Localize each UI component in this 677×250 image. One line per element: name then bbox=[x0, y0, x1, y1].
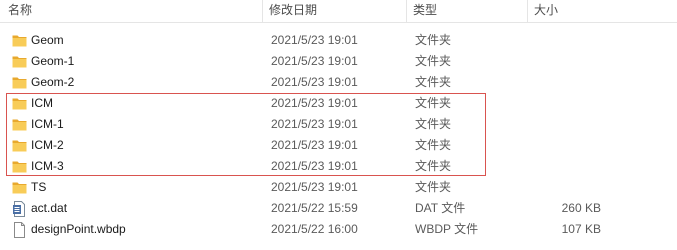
file-date-modified: 2021/5/22 16:00 bbox=[271, 222, 358, 236]
folder-icon bbox=[12, 117, 27, 131]
column-header-size[interactable]: 大小 bbox=[527, 0, 677, 22]
column-header-date-modified[interactable]: 修改日期 bbox=[262, 0, 406, 22]
file-list: Geom 2021/5/23 19:01 文件夹 Geom-1 2021/5/23 19… bbox=[0, 30, 677, 240]
file-size: 107 KB bbox=[561, 222, 601, 236]
file-type: 文件夹 bbox=[415, 138, 452, 152]
file-row[interactable]: ICM-3 2021/5/23 19:01 文件夹 bbox=[0, 156, 677, 177]
file-size: 260 KB bbox=[561, 201, 601, 215]
file-name: ICM bbox=[31, 96, 53, 110]
file-date-modified: 2021/5/23 19:01 bbox=[271, 117, 358, 131]
file-type: DAT 文件 bbox=[415, 201, 466, 215]
file-date-modified: 2021/5/23 19:01 bbox=[271, 138, 358, 152]
folder-icon bbox=[12, 180, 27, 194]
file-date-modified: 2021/5/23 19:01 bbox=[271, 159, 358, 173]
dat-file-icon bbox=[12, 201, 27, 217]
folder-icon bbox=[12, 54, 27, 68]
folder-icon bbox=[12, 138, 27, 152]
file-type: 文件夹 bbox=[415, 180, 452, 194]
folder-icon bbox=[12, 75, 27, 89]
folder-icon bbox=[12, 33, 27, 47]
file-date-modified: 2021/5/23 19:01 bbox=[271, 96, 358, 110]
file-name: designPoint.wbdp bbox=[31, 222, 126, 236]
folder-icon bbox=[12, 96, 27, 110]
file-row[interactable]: TS 2021/5/23 19:01 文件夹 bbox=[0, 177, 677, 198]
file-row[interactable]: Geom 2021/5/23 19:01 文件夹 bbox=[0, 30, 677, 51]
file-row[interactable]: ICM-1 2021/5/23 19:01 文件夹 bbox=[0, 114, 677, 135]
file-name: Geom-2 bbox=[31, 75, 75, 89]
file-row[interactable]: designPoint.wbdp 2021/5/22 16:00 WBDP 文件 10… bbox=[0, 219, 677, 240]
file-name: ICM-3 bbox=[31, 159, 64, 173]
column-header-bar: 名称 修改日期 类型 大小 bbox=[0, 0, 677, 23]
generic-file-icon bbox=[12, 222, 27, 238]
file-type: 文件夹 bbox=[415, 33, 452, 47]
column-header-name[interactable]: 名称 bbox=[0, 0, 262, 22]
file-explorer-list: 名称 修改日期 类型 大小 Geom 2021/5/23 19:01 文件夹 Geom… bbox=[0, 0, 677, 250]
folder-icon bbox=[12, 159, 27, 173]
file-type: 文件夹 bbox=[415, 75, 452, 89]
file-row[interactable]: Geom-2 2021/5/23 19:01 文件夹 bbox=[0, 72, 677, 93]
file-type: 文件夹 bbox=[415, 96, 452, 110]
file-row[interactable]: act.dat 2021/5/22 15:59 DAT 文件 260 KB bbox=[0, 198, 677, 219]
file-date-modified: 2021/5/23 19:01 bbox=[271, 75, 358, 89]
file-date-modified: 2021/5/23 19:01 bbox=[271, 180, 358, 194]
file-name: ICM-1 bbox=[31, 117, 64, 131]
file-name: Geom bbox=[31, 33, 64, 47]
file-date-modified: 2021/5/22 15:59 bbox=[271, 201, 358, 215]
file-type: WBDP 文件 bbox=[415, 222, 479, 236]
file-name: act.dat bbox=[31, 201, 68, 215]
file-row[interactable]: ICM-2 2021/5/23 19:01 文件夹 bbox=[0, 135, 677, 156]
file-date-modified: 2021/5/23 19:01 bbox=[271, 33, 358, 47]
file-name: Geom-1 bbox=[31, 54, 75, 68]
file-type: 文件夹 bbox=[415, 159, 452, 173]
file-type: 文件夹 bbox=[415, 117, 452, 131]
column-header-type[interactable]: 类型 bbox=[406, 0, 527, 22]
file-name: ICM-2 bbox=[31, 138, 64, 152]
file-name: TS bbox=[31, 180, 47, 194]
file-row[interactable]: Geom-1 2021/5/23 19:01 文件夹 bbox=[0, 51, 677, 72]
file-date-modified: 2021/5/23 19:01 bbox=[271, 54, 358, 68]
file-row[interactable]: ICM 2021/5/23 19:01 文件夹 bbox=[0, 93, 677, 114]
file-type: 文件夹 bbox=[415, 54, 452, 68]
